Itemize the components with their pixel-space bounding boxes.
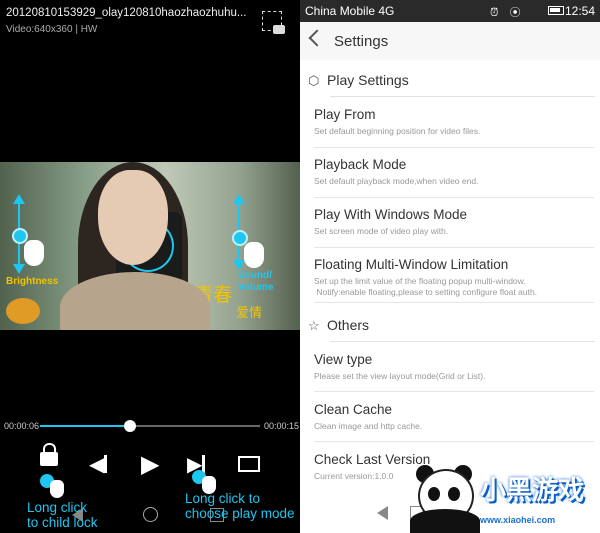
setting-playback-mode[interactable]: Playback Mode Set default playback mode,… — [314, 156, 596, 187]
brightness-label: Brightness — [6, 276, 59, 287]
sound-volume-label: Sound/ Volume — [238, 270, 274, 293]
setting-title: Floating Multi-Window Limitation — [314, 257, 509, 272]
carrier-name: China Mobile 4G — [305, 4, 395, 18]
setting-play-from[interactable]: Play From Set default beginning position… — [314, 106, 596, 137]
setting-subtitle: Set default playback mode,when video end… — [314, 176, 479, 186]
status-bar: China Mobile 4G ⏰︎ ⦿ 12:54 — [300, 0, 600, 22]
nav-home-icon[interactable] — [143, 507, 158, 522]
item-divider — [314, 441, 594, 442]
video-subtitle-small: 爱情 — [236, 305, 263, 320]
hint-play-mode: Long click to choose play mode — [185, 491, 295, 521]
setting-title: Playback Mode — [314, 157, 407, 172]
lock-icon[interactable] — [40, 443, 58, 466]
item-divider — [314, 302, 594, 303]
seek-bar[interactable] — [40, 420, 260, 432]
hand-gesture-icon — [50, 480, 64, 498]
screenshot-icon[interactable] — [262, 11, 285, 34]
nav-back-icon[interactable] — [377, 506, 388, 520]
setting-subtitle: Please set the view layout mode(Grid or … — [314, 371, 486, 381]
hint-child-lock: Long click to child lock — [27, 500, 98, 530]
setting-subtitle: Set up the limit value of the floating p… — [314, 276, 538, 297]
play-mode-icon[interactable] — [238, 456, 260, 472]
settings-screen: China Mobile 4G ⏰︎ ⦿ 12:54 Settings ⬡ Pla… — [300, 0, 600, 533]
hand-gesture-icon — [24, 240, 44, 266]
star-icon: ☆ — [308, 318, 320, 333]
seek-progress — [40, 425, 131, 427]
setting-floating-window-limit[interactable]: Floating Multi-Window Limitation Set up … — [314, 256, 596, 298]
setting-subtitle: Clean image and http cache. — [314, 421, 423, 431]
item-divider — [314, 197, 594, 198]
video-info: Video:640x360 | HW — [6, 24, 98, 35]
page-title: Settings — [334, 33, 389, 50]
flower-image — [6, 298, 40, 324]
video-player-screen: 20120810153929_olay120810haozhaozhuhu...… — [0, 0, 300, 533]
setting-play-windows-mode[interactable]: Play With Windows Mode Set screen mode o… — [314, 206, 596, 237]
setting-title: Play With Windows Mode — [314, 207, 468, 222]
status-icons: ⏰︎ ⦿ — [490, 7, 525, 19]
setting-title: Play From — [314, 107, 376, 122]
item-divider — [314, 247, 594, 248]
setting-subtitle: Set default beginning position for video… — [314, 126, 481, 136]
status-time: 12:54 — [564, 4, 595, 18]
section-divider — [330, 96, 595, 97]
toolbar: Settings — [300, 22, 600, 60]
total-time: 00:00:15 — [264, 421, 300, 431]
panda-logo-icon — [408, 463, 480, 533]
play-settings-icon: ⬡ — [308, 73, 320, 88]
setting-view-type[interactable]: View type Please set the view layout mod… — [314, 351, 596, 382]
watermark-url: www.xiaohei.com — [480, 515, 556, 525]
battery-icon — [548, 6, 564, 15]
previous-icon[interactable]: ◀︎ — [89, 452, 108, 477]
seek-handle[interactable] — [124, 420, 137, 432]
setting-title: Clean Cache — [314, 402, 393, 417]
video-title: 20120810153929_olay120810haozhaozhuhu... — [6, 7, 247, 19]
setting-subtitle: Set screen mode of video play with. — [314, 226, 449, 236]
back-arrow-icon[interactable] — [308, 29, 326, 47]
section-others: ☆ Others — [308, 317, 370, 333]
setting-clean-cache[interactable]: Clean Cache Clean image and http cache. — [314, 401, 596, 432]
watermark-brand: 小黑游戏 — [480, 476, 585, 506]
current-time: 00:00:06 — [4, 421, 40, 431]
section-play-settings: ⬡ Play Settings — [308, 72, 409, 88]
section-divider — [330, 341, 595, 342]
hand-gesture-icon — [244, 242, 264, 268]
item-divider — [314, 391, 594, 392]
play-icon[interactable]: ▶︎ — [141, 450, 159, 479]
setting-title: View type — [314, 352, 373, 367]
item-divider — [314, 147, 594, 148]
